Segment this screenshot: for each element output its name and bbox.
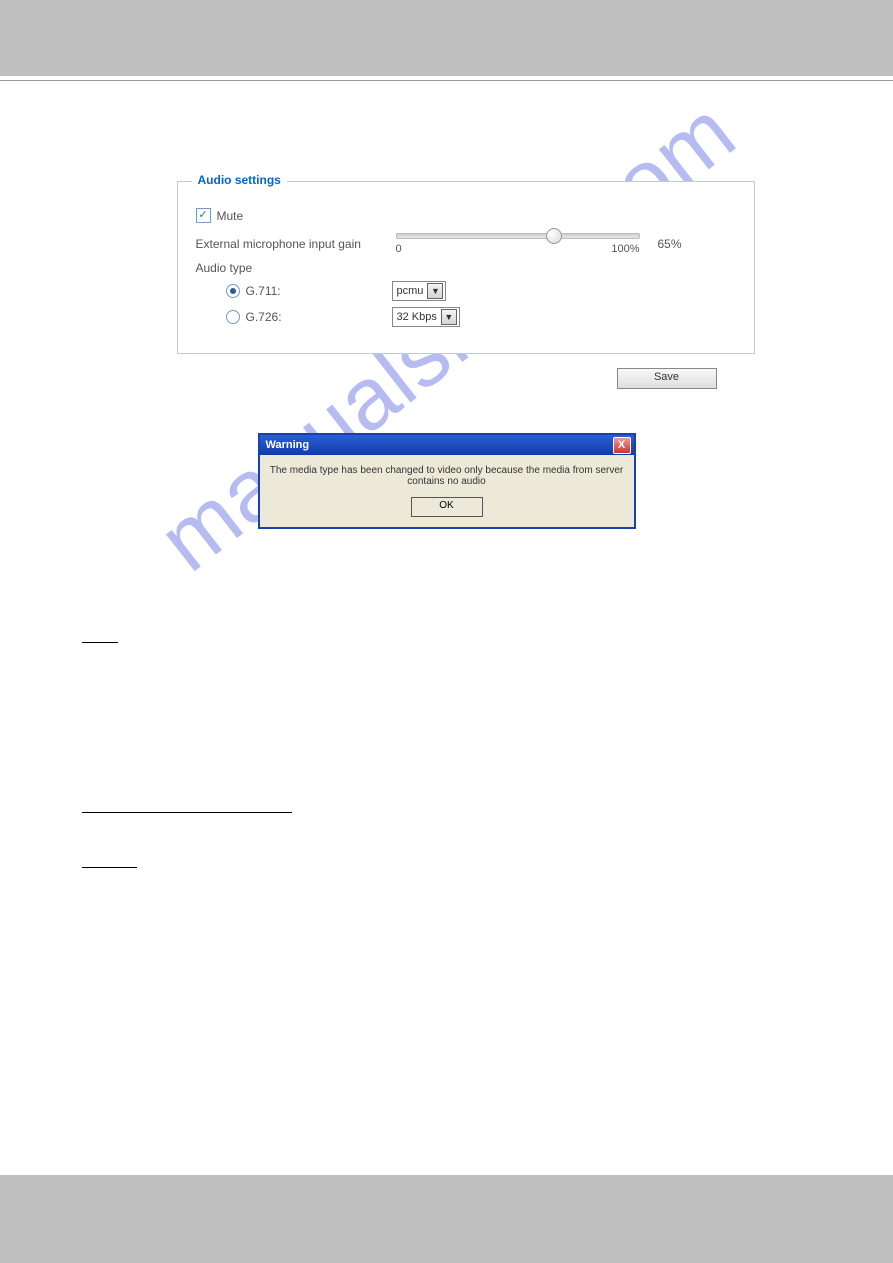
g711-select[interactable]: pcmu ▼	[392, 281, 447, 301]
footer-band	[0, 1175, 893, 1263]
slider-scale: 0 100%	[396, 243, 640, 255]
horizontal-rule	[0, 80, 893, 81]
g711-label: G.711:	[246, 284, 281, 298]
g711-radio[interactable]	[226, 284, 240, 298]
audio-settings-panel: Audio settings ✓ Mute External microphon…	[177, 181, 755, 354]
ok-button[interactable]: OK	[411, 497, 483, 517]
chevron-down-icon: ▼	[441, 309, 457, 325]
save-button[interactable]: Save	[617, 368, 717, 389]
g726-select[interactable]: 32 Kbps ▼	[392, 307, 460, 327]
dialog-message: The media type has been changed to video…	[270, 465, 624, 487]
panel-legend: Audio settings	[192, 173, 287, 187]
mute-label: Mute	[217, 209, 244, 223]
underline-decoration	[82, 866, 137, 868]
check-icon: ✓	[198, 210, 207, 221]
underline-decoration	[82, 811, 292, 813]
g726-label: G.726:	[246, 310, 282, 324]
chevron-down-icon: ▼	[427, 283, 443, 299]
g711-select-value: pcmu	[397, 285, 424, 297]
g726-select-value: 32 Kbps	[397, 311, 437, 323]
audio-type-row: Audio type	[196, 261, 736, 275]
g726-radio[interactable]	[226, 310, 240, 324]
gain-value: 65%	[658, 237, 682, 251]
underline-decoration	[82, 641, 118, 643]
g726-row: G.726: 32 Kbps ▼	[196, 307, 736, 327]
mute-checkbox[interactable]: ✓	[196, 208, 211, 223]
g711-row: G.711: pcmu ▼	[196, 281, 736, 301]
scale-max: 100%	[611, 243, 639, 255]
dialog-body: The media type has been changed to video…	[260, 455, 634, 527]
slider-thumb[interactable]	[546, 228, 562, 244]
audio-type-label: Audio type	[196, 261, 396, 275]
gain-slider[interactable]: 0 100%	[396, 233, 640, 255]
radio-dot-icon	[230, 288, 236, 294]
close-icon[interactable]: X	[613, 437, 631, 454]
mute-row: ✓ Mute	[196, 208, 736, 223]
dialog-title: Warning	[266, 439, 310, 451]
warning-dialog: Warning X The media type has been change…	[258, 433, 636, 529]
gain-row: External microphone input gain 0 100% 65…	[196, 233, 736, 255]
gain-label: External microphone input gain	[196, 237, 396, 251]
scale-min: 0	[396, 243, 402, 255]
header-band	[0, 0, 893, 76]
slider-track	[396, 233, 640, 239]
dialog-titlebar[interactable]: Warning X	[260, 435, 634, 455]
